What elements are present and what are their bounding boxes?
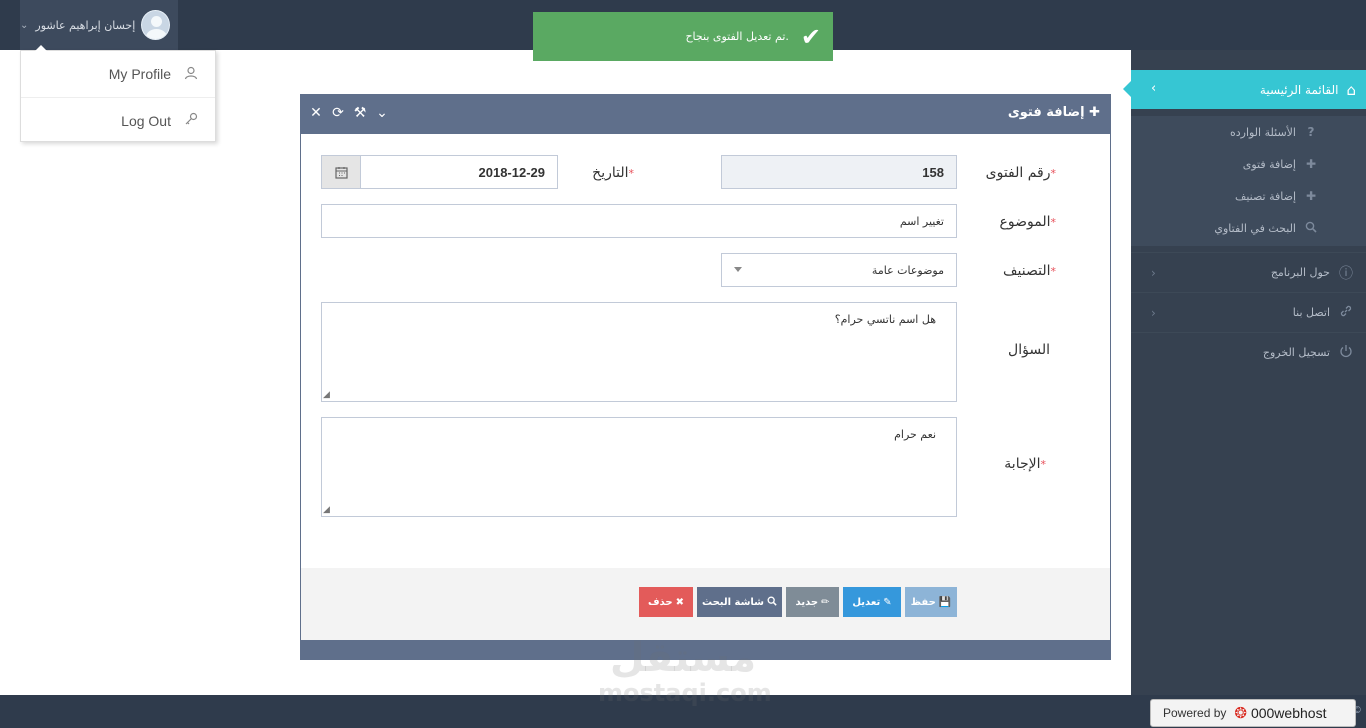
required-mark: * xyxy=(1040,458,1047,471)
category-label: *التصنيف xyxy=(1003,263,1057,279)
portlet-tools: ✕ ⟳ ⚒ ⌄ xyxy=(309,105,389,121)
calendar-button[interactable] xyxy=(321,155,361,189)
success-toast: تم تعديل الفتوى بنجاح. ✔ xyxy=(533,12,833,61)
sidebar-item-logout[interactable]: تسجيل الخروج xyxy=(1131,332,1366,372)
floppy-icon: 💾 xyxy=(938,596,952,608)
sidebar-item-add-category[interactable]: ✚ إضافة تصنيف xyxy=(1131,180,1366,212)
sidebar-item-label: البحث في الفتاوي xyxy=(1214,221,1296,235)
resize-grip-icon[interactable]: ◢ xyxy=(323,391,330,400)
sidebar-item-add-fatwa[interactable]: ✚ إضافة فتوى xyxy=(1131,148,1366,180)
date-label: *التاريخ xyxy=(592,165,635,181)
pencil-icon: ✏ xyxy=(821,596,830,608)
chevron-down-icon[interactable]: ⌄ xyxy=(375,105,389,121)
key-icon xyxy=(183,112,199,129)
sidebar-item-incoming-questions[interactable]: ? الأسئلة الوارده xyxy=(1131,116,1366,148)
new-button[interactable]: ✏ جديد xyxy=(786,587,839,617)
edit-button[interactable]: ✎ تعديل xyxy=(843,587,901,617)
link-icon xyxy=(1338,304,1354,322)
category-select[interactable]: موضوعات عامة xyxy=(721,253,957,287)
host-logo-icon: ❂ xyxy=(1234,705,1247,722)
date-input[interactable]: 2018-12-29 xyxy=(360,155,558,189)
fatwa-number-field: 158 xyxy=(721,155,957,189)
user-avatar xyxy=(141,10,170,40)
sidebar: ⌂ القائمة الرئيسية › ? الأسئلة الوارده ✚… xyxy=(1123,50,1366,695)
answer-label: *الإجابة xyxy=(1004,456,1047,472)
chevron-down-icon: ⌄ xyxy=(20,19,29,31)
user-dropdown-menu: My Profile Log Out xyxy=(20,45,216,143)
host-name: 000webhost xyxy=(1250,705,1327,721)
sidebar-item-about[interactable]: ⓘ حول البرنامج ‹ xyxy=(1131,252,1366,292)
chevron-right-icon: › xyxy=(1151,81,1157,96)
chevron-left-icon: ‹ xyxy=(1151,306,1156,320)
sidebar-item-label: إضافة فتوى xyxy=(1242,157,1296,171)
log-out-link[interactable]: Log Out xyxy=(21,97,215,143)
sidebar-item-label: تسجيل الخروج xyxy=(1262,346,1330,359)
user-icon xyxy=(183,66,199,83)
powered-by-label: Powered by xyxy=(1163,706,1227,720)
wrench-icon[interactable]: ⚒ xyxy=(353,105,367,121)
plus-icon: ✚ xyxy=(1089,105,1100,120)
info-icon: ⓘ xyxy=(1339,265,1353,282)
home-icon: ⌂ xyxy=(1346,80,1356,99)
my-profile-link[interactable]: My Profile xyxy=(21,51,215,97)
answer-textarea[interactable]: نعم حرام ◢ xyxy=(321,417,957,517)
portlet-bottom-bar xyxy=(301,640,1110,660)
checkmark-icon: ✔ xyxy=(800,22,821,51)
delete-button[interactable]: ✖ حذف xyxy=(639,587,693,617)
required-mark: * xyxy=(1050,216,1057,229)
portlet-title-text: إضافة فتوى xyxy=(1007,105,1085,120)
powered-by-badge[interactable]: Powered by ❂ 000webhost xyxy=(1150,699,1356,727)
close-icon[interactable]: ✕ xyxy=(309,105,323,121)
plus-icon: ✚ xyxy=(1305,189,1317,203)
save-button[interactable]: 💾 حفظ xyxy=(905,587,957,617)
sidebar-item-contact[interactable]: اتصل بنا ‹ xyxy=(1131,292,1366,332)
user-menu-toggle[interactable]: إحسان إبراهيم عاشور ⌄ xyxy=(20,0,178,50)
search-screen-button[interactable]: شاشة البحث xyxy=(697,587,782,617)
question-label: السؤال xyxy=(1008,342,1050,358)
fatwa-number-label: *رقم الفتوى xyxy=(985,165,1057,181)
plus-icon: ✚ xyxy=(1305,157,1317,171)
search-icon xyxy=(767,596,777,609)
toast-message: تم تعديل الفتوى بنجاح. xyxy=(685,30,789,43)
sidebar-submenu: ? الأسئلة الوارده ✚ إضافة فتوى ✚ إضافة ت… xyxy=(1131,116,1366,246)
refresh-icon[interactable]: ⟳ xyxy=(331,105,345,121)
log-out-label: Log Out xyxy=(121,112,171,129)
chevron-left-icon: ‹ xyxy=(1151,266,1156,280)
sidebar-item-main-menu[interactable]: ⌂ القائمة الرئيسية › xyxy=(1123,70,1366,109)
close-icon: ✖ xyxy=(675,596,684,608)
power-icon xyxy=(1338,344,1354,362)
calendar-icon xyxy=(334,166,348,179)
sidebar-item-label: الأسئلة الوارده xyxy=(1229,125,1296,139)
sidebar-item-label: إضافة تصنيف xyxy=(1234,189,1296,203)
required-mark: * xyxy=(628,167,635,180)
required-mark: * xyxy=(1050,167,1057,180)
portlet-header: ✕ ⟳ ⚒ ⌄ ✚ إضافة فتوى xyxy=(301,95,1110,134)
portlet-title: ✚ إضافة فتوى xyxy=(1008,105,1100,120)
subject-label: *الموضوع xyxy=(999,214,1057,230)
sidebar-item-search-fatwas[interactable]: البحث في الفتاوي xyxy=(1131,212,1366,244)
search-icon xyxy=(1304,221,1318,236)
required-mark: * xyxy=(1050,265,1057,278)
question-textarea[interactable]: هل اسم ناتسي حرام؟ ◢ xyxy=(321,302,957,402)
sidebar-item-label: حول البرنامج xyxy=(1270,266,1330,279)
sidebar-item-label: اتصل بنا xyxy=(1292,306,1330,319)
my-profile-label: My Profile xyxy=(108,66,171,82)
subject-input[interactable]: تغيير اسم xyxy=(321,204,957,238)
resize-grip-icon[interactable]: ◢ xyxy=(323,506,330,515)
question-icon: ? xyxy=(1307,125,1315,139)
sidebar-item-label: القائمة الرئيسية xyxy=(1259,82,1339,97)
edit-icon: ✎ xyxy=(883,596,892,608)
caret-down-icon xyxy=(734,267,742,272)
user-name: إحسان إبراهيم عاشور xyxy=(35,18,136,32)
